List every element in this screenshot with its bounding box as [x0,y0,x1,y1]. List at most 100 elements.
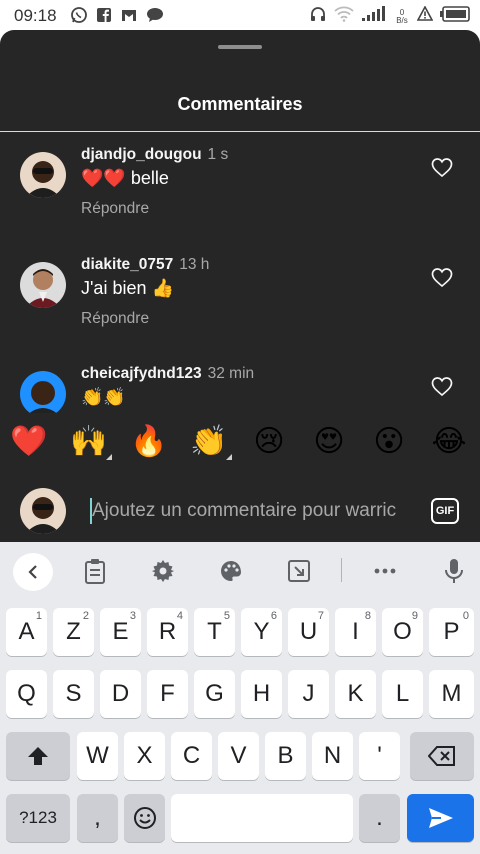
emoji-heart[interactable]: ❤️ [10,422,48,462]
key-o[interactable]: O9 [382,608,423,656]
username-text[interactable]: diakite_0757 [81,256,173,273]
key-e[interactable]: E3 [100,608,141,656]
avatar[interactable] [20,371,66,413]
key-l[interactable]: L [382,670,423,718]
key-c[interactable]: C [171,732,212,780]
comment-input[interactable] [90,496,412,526]
chat-bubble-icon [146,7,164,28]
reply-button[interactable]: Répondre [81,200,149,218]
key-g[interactable]: G [194,670,235,718]
key-f[interactable]: F [147,670,188,718]
key-a[interactable]: A1 [6,608,47,656]
space-key[interactable] [171,794,353,842]
status-time: 09:18 [14,6,57,25]
key-apostrophe[interactable]: ' [359,732,400,780]
keyboard: A1 Z2 E3 R4 T5 Y6 U7 I8 O9 P0 Q S D F G … [0,542,480,854]
comma-key[interactable]: , [77,794,118,842]
alert-icon [416,5,434,27]
key-i[interactable]: I8 [335,608,376,656]
keyboard-toolbar [0,542,480,600]
emoji-crying[interactable]: 😢 [250,422,288,462]
key-n[interactable]: N [312,732,353,780]
comment-username[interactable]: cheicajfydnd123 32 min [81,365,254,383]
key-q[interactable]: Q [6,670,47,718]
key-label: E [112,618,129,645]
key-hint: 0 [462,610,469,622]
key-u[interactable]: U7 [288,608,329,656]
comment-item: cheicajfydnd123 32 min 👏👏 [0,365,480,413]
palette-icon[interactable] [216,556,246,586]
like-heart-icon[interactable] [431,377,453,397]
key-y[interactable]: Y6 [241,608,282,656]
key-hint: 4 [176,610,183,622]
comment-username[interactable]: djandjo_dougou 1 s [81,146,228,164]
gif-button[interactable]: GIF [431,498,459,524]
key-w[interactable]: W [77,732,118,780]
key-hint: 2 [82,610,89,622]
emoji-raising-hands[interactable]: 🙌 [70,422,112,462]
gmail-icon [120,7,138,28]
status-bar: 09:18 0 B/s [0,0,480,30]
whatsapp-icon [70,6,88,29]
key-h[interactable]: H [241,670,282,718]
comment-text: 👏👏 [81,387,126,407]
period-key[interactable]: . [359,794,400,842]
emoji-key[interactable] [124,794,165,842]
key-m[interactable]: M [429,670,474,718]
clipboard-icon[interactable] [80,556,110,586]
key-label: Z [66,618,81,645]
title-divider [0,131,480,132]
key-v[interactable]: V [218,732,259,780]
data-speed-icon: 0 B/s [394,8,410,25]
comment-username[interactable]: diakite_0757 13 h [81,256,209,274]
emoji-clapping[interactable]: 👏 [190,422,232,462]
key-k[interactable]: K [335,670,376,718]
key-t[interactable]: T5 [194,608,235,656]
key-label: A [18,618,35,645]
resize-icon[interactable] [284,556,314,586]
comment-item: djandjo_dougou 1 s ❤️❤️ belle Répondre [0,146,480,246]
emoji-laughing[interactable]: 😂 [430,422,468,462]
avatar [20,488,66,534]
comments-sheet: Commentaires djandjo_dougou 1 s ❤️❤️ bell… [0,30,480,542]
back-chevron-icon[interactable] [13,553,53,591]
like-heart-icon[interactable] [431,158,453,178]
more-icon[interactable] [370,556,400,586]
key-label: U [299,618,318,645]
emoji-reaction-bar: ❤️ 🙌 🔥 👏 😢 😍 😮 😂 [0,422,480,466]
comment-item: diakite_0757 13 h J'ai bien 👍 Répondre [0,256,480,356]
key-label: O [393,618,412,645]
emoji-surprised[interactable]: 😮 [370,422,408,462]
text-caret [90,498,92,524]
smiley-icon [133,807,156,829]
key-s[interactable]: S [53,670,94,718]
shift-key[interactable] [6,732,70,780]
key-p[interactable]: P0 [429,608,474,656]
settings-icon[interactable] [148,556,178,586]
comment-composer: GIF [0,482,480,542]
key-d[interactable]: D [100,670,141,718]
emoji-heart-eyes[interactable]: 😍 [310,422,348,462]
key-j[interactable]: J [288,670,329,718]
key-x[interactable]: X [124,732,165,780]
key-b[interactable]: B [265,732,306,780]
username-text[interactable]: cheicajfydnd123 [81,365,202,382]
key-hint: 7 [317,610,324,622]
like-heart-icon[interactable] [431,268,453,288]
key-z[interactable]: Z2 [53,608,94,656]
username-text[interactable]: djandjo_dougou [81,146,202,163]
battery-icon [440,6,470,27]
send-key[interactable] [407,794,474,842]
avatar[interactable] [20,152,66,198]
key-hint: 8 [364,610,371,622]
key-r[interactable]: R4 [147,608,188,656]
comment-time: 1 s [207,146,229,163]
backspace-key[interactable] [410,732,474,780]
drag-handle[interactable] [218,45,262,49]
avatar[interactable] [20,262,66,308]
reply-button[interactable]: Répondre [81,310,149,328]
emoji-fire[interactable]: 🔥 [130,422,168,462]
microphone-icon[interactable] [439,556,469,586]
comment-time: 13 h [179,256,210,273]
symbols-key[interactable]: ?123 [6,794,70,842]
